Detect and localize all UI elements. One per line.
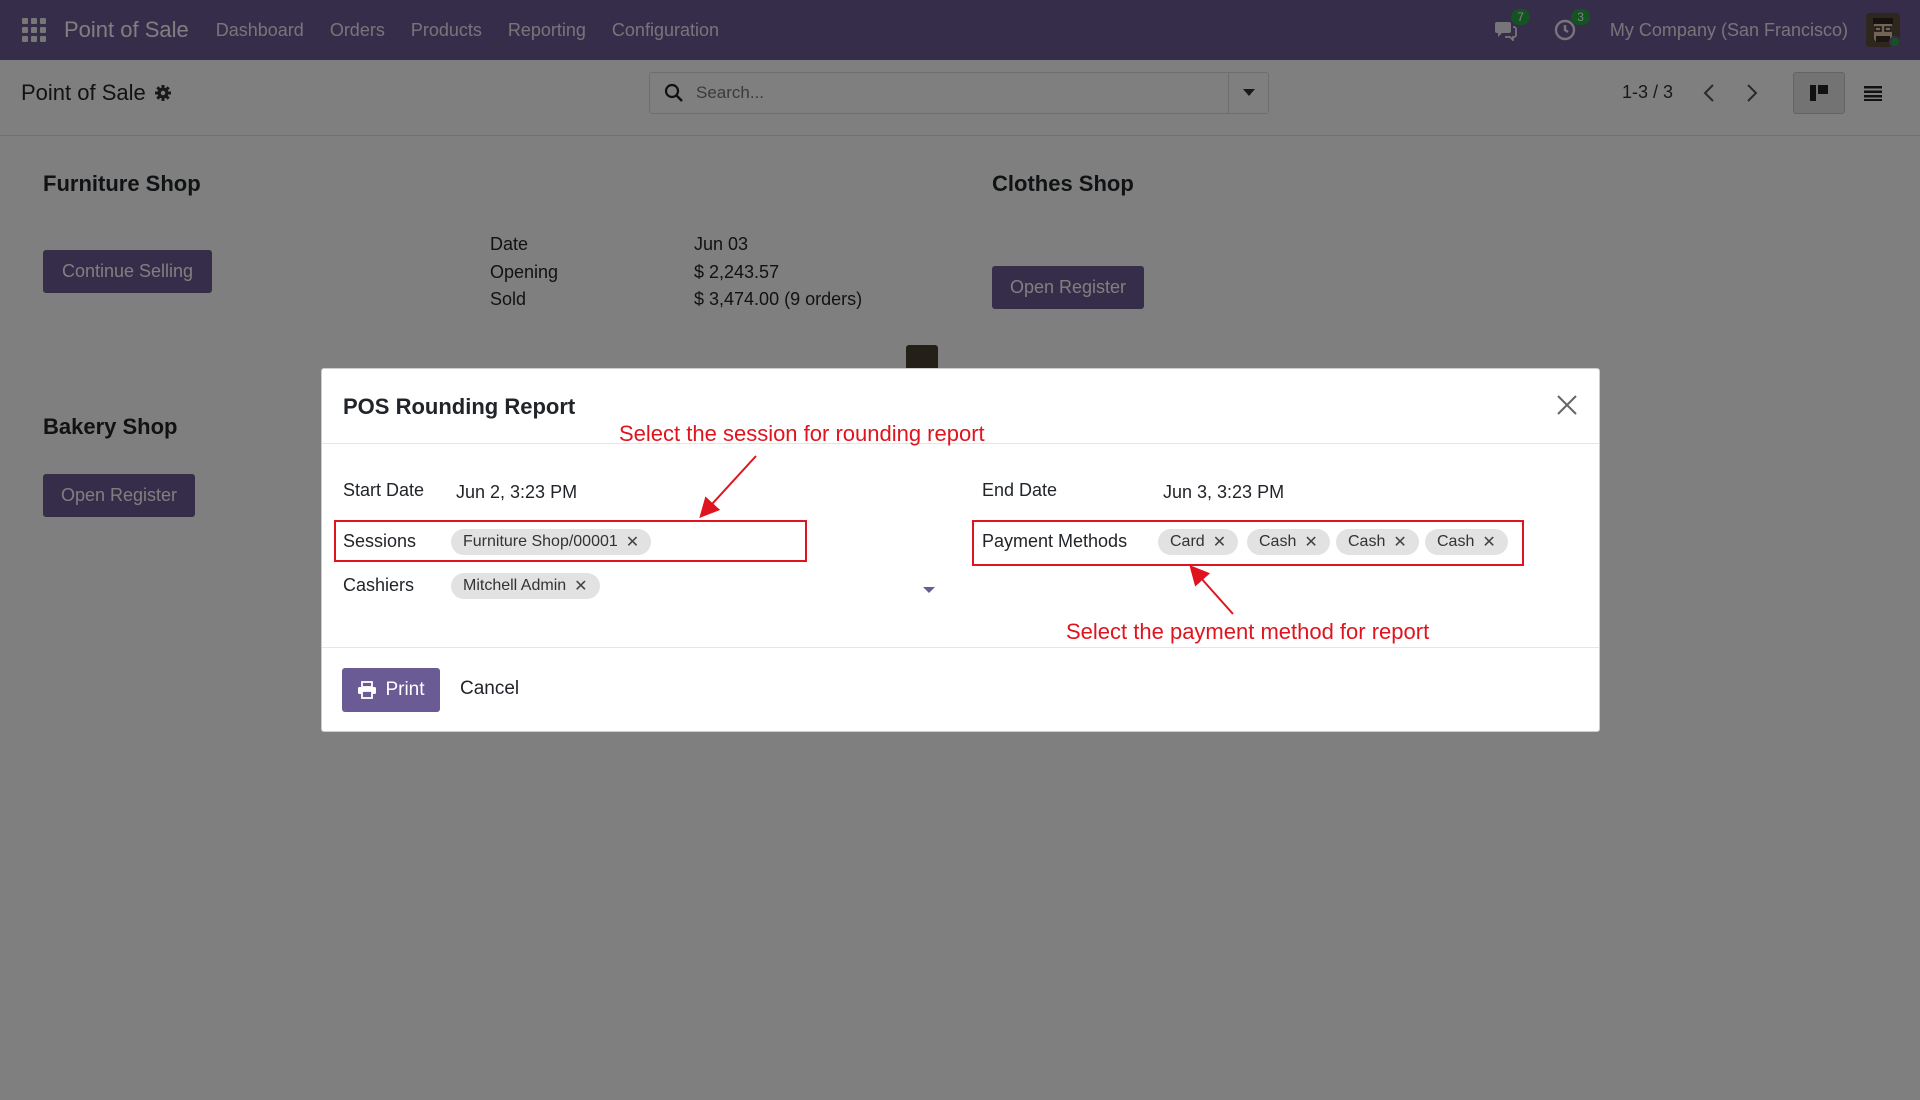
cashier-tag: Mitchell Admin ✕	[451, 573, 600, 599]
print-button[interactable]: Print	[342, 668, 440, 712]
remove-tag-icon[interactable]: ✕	[574, 576, 587, 596]
payment-annotation-text: Select the payment method for report	[1066, 619, 1430, 644]
printer-icon	[358, 681, 377, 699]
payment-methods-highlight-box	[972, 520, 1524, 566]
session-annotation-text: Select the session for rounding report	[619, 421, 985, 446]
print-button-label: Print	[385, 679, 425, 700]
cashiers-dropdown-icon[interactable]	[923, 587, 935, 593]
end-date-label: End Date	[982, 480, 1058, 500]
sessions-highlight-box	[334, 520, 807, 562]
end-date-field[interactable]: Jun 3, 3:23 PM	[1163, 482, 1284, 503]
close-icon[interactable]	[1553, 391, 1581, 419]
cashier-tag-label: Mitchell Admin	[463, 577, 567, 594]
dialog-footer: Print Cancel	[322, 647, 1599, 733]
start-date-field[interactable]: Jun 2, 3:23 PM	[456, 482, 577, 503]
start-date-label: Start Date	[343, 480, 425, 500]
cashiers-label: Cashiers	[343, 575, 415, 595]
cancel-button[interactable]: Cancel	[460, 678, 519, 700]
dialog-title: POS Rounding Report	[343, 394, 576, 419]
